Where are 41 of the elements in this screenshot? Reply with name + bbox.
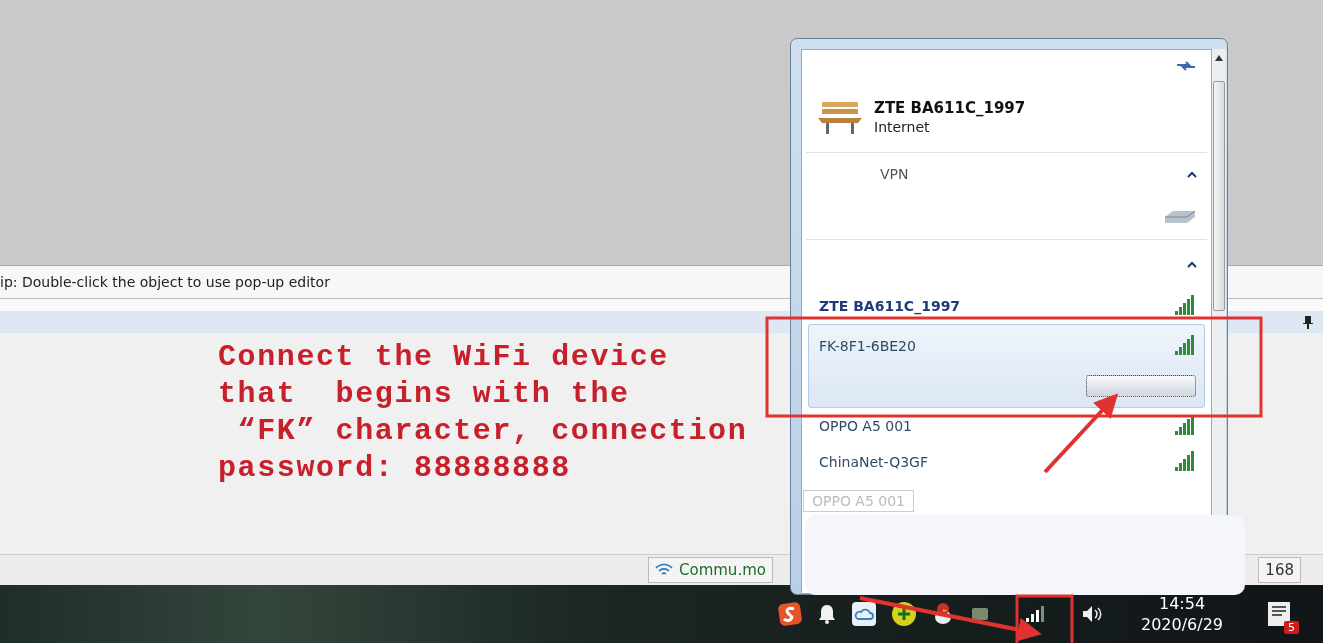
network-item[interactable]: ChinaNet-Q3GF (808, 444, 1205, 480)
network-item[interactable]: FK-8F1-6BE20 (808, 324, 1205, 408)
signal-icon[interactable] (1025, 604, 1047, 624)
instruction-text: “FK” character, connection (236, 413, 748, 450)
bell-icon[interactable] (817, 603, 837, 625)
wifi-icon (655, 562, 673, 578)
network-name: ChinaNet-Q3GF (819, 454, 928, 470)
clock-date: 2020/6/29 (1141, 614, 1224, 635)
network-name: ZTE BA611C_1997 (819, 298, 961, 314)
network-item[interactable]: OPPO A5 001 (808, 408, 1205, 444)
chevron-icon[interactable] (1187, 260, 1197, 268)
vpn-label: VPN (880, 166, 909, 182)
network-item[interactable]: ZTE BA611C_1997 (808, 288, 1205, 324)
connect-button[interactable] (1086, 375, 1196, 397)
network-name: OPPO A5 001 (819, 418, 913, 434)
highlight-frame (1015, 594, 1074, 643)
status-text: Commu.mo (679, 561, 766, 579)
instruction-text: password: 88888888 (218, 450, 571, 487)
signal-icon (1174, 415, 1196, 437)
notification-badge: 5 (1284, 621, 1300, 634)
connection-status: Internet (874, 119, 931, 135)
refresh-icon[interactable] (1175, 59, 1197, 73)
scroll-up-icon[interactable] (1215, 55, 1223, 61)
signal-icon (1174, 335, 1196, 357)
signal-icon (1174, 295, 1196, 317)
network-adapter-icon (1163, 209, 1197, 225)
network-name: FK-8F1-6BE20 (819, 338, 916, 354)
status-text: 168 (1258, 557, 1301, 583)
app-icon[interactable] (777, 601, 803, 627)
instruction-text: that begins with the (218, 376, 630, 413)
signal-icon (1174, 451, 1196, 473)
instruction-text: Connect the WiFi device (218, 339, 669, 376)
pin-icon[interactable] (1303, 315, 1313, 329)
connection-name: ZTE BA611C_1997 (874, 99, 1026, 117)
tooltip: OPPO A5 001 (803, 490, 915, 512)
clock-time: 14:54 (1158, 593, 1206, 614)
plus-icon[interactable] (891, 601, 917, 627)
cloud-icon[interactable] (851, 601, 877, 627)
scroll-thumb[interactable] (1213, 81, 1225, 311)
chevron-icon[interactable] (1187, 170, 1197, 178)
tip-text: ip: Double-click the object to use pop-up editor (0, 274, 330, 290)
